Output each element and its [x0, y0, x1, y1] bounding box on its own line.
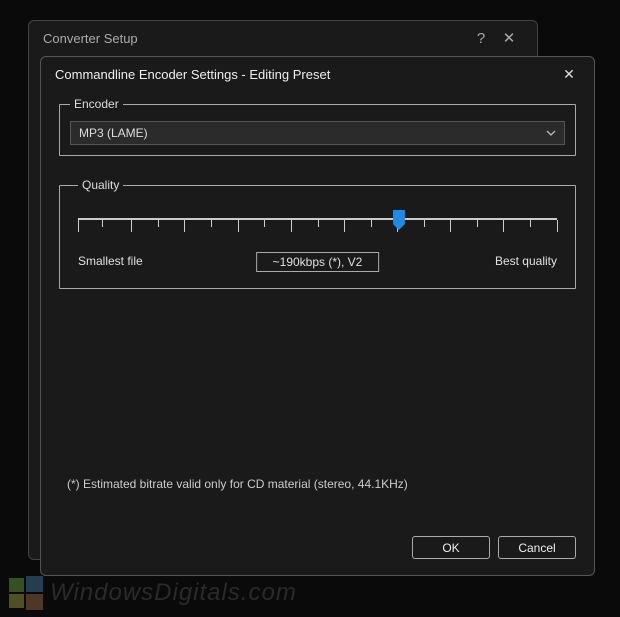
dialog-body: Encoder MP3 (LAME) Quality Smallest file…: [41, 91, 594, 522]
slider-tick: [371, 220, 372, 227]
slider-tick: [344, 220, 345, 232]
slider-tick: [102, 220, 103, 227]
slider-tick: [238, 220, 239, 232]
encoder-settings-dialog: Commandline Encoder Settings - Editing P…: [40, 56, 595, 576]
dialog-titlebar: Commandline Encoder Settings - Editing P…: [41, 57, 594, 91]
slider-tick: [557, 220, 558, 232]
slider-tick: [158, 220, 159, 227]
encoder-select[interactable]: MP3 (LAME): [70, 121, 565, 145]
help-icon[interactable]: ?: [467, 30, 495, 47]
windows-logo-icon: [8, 575, 44, 611]
quality-slider[interactable]: [78, 210, 557, 252]
quality-legend: Quality: [78, 178, 123, 192]
slider-tick: [211, 220, 212, 227]
slider-tick: [78, 220, 79, 232]
slider-tick: [530, 220, 531, 227]
slider-tick: [477, 220, 478, 227]
quality-fieldset: Quality Smallest file ~190kbps (*), V2 B…: [59, 178, 576, 289]
watermark-text: WindowsDigitals.com: [50, 579, 297, 607]
slider-tick: [264, 220, 265, 227]
slider-tick: [450, 220, 451, 232]
ok-button[interactable]: OK: [412, 536, 490, 559]
close-button[interactable]: ✕: [558, 63, 580, 85]
encoder-value: MP3 (LAME): [79, 126, 148, 140]
dialog-title: Commandline Encoder Settings - Editing P…: [55, 67, 558, 82]
watermark: WindowsDigitals.com: [8, 575, 297, 611]
slider-tick: [424, 220, 425, 227]
slider-tick: [131, 220, 132, 232]
parent-titlebar: Converter Setup ? ✕: [29, 21, 537, 55]
max-label: Best quality: [495, 254, 557, 268]
slider-tick: [184, 220, 185, 232]
slider-tick: [291, 220, 292, 232]
cancel-button[interactable]: Cancel: [498, 536, 576, 559]
min-label: Smallest file: [78, 254, 143, 268]
close-icon[interactable]: ✕: [495, 29, 523, 47]
parent-title: Converter Setup: [43, 31, 467, 46]
footnote: (*) Estimated bitrate valid only for CD …: [59, 477, 576, 491]
button-row: OK Cancel: [41, 522, 594, 575]
slider-tick: [318, 220, 319, 227]
slider-tick: [503, 220, 504, 232]
slider-labels: Smallest file ~190kbps (*), V2 Best qual…: [78, 252, 557, 274]
current-value-label: ~190kbps (*), V2: [256, 252, 380, 272]
chevron-down-icon: [546, 128, 556, 139]
encoder-legend: Encoder: [70, 97, 123, 111]
slider-thumb[interactable]: [393, 210, 405, 230]
encoder-fieldset: Encoder MP3 (LAME): [59, 97, 576, 156]
